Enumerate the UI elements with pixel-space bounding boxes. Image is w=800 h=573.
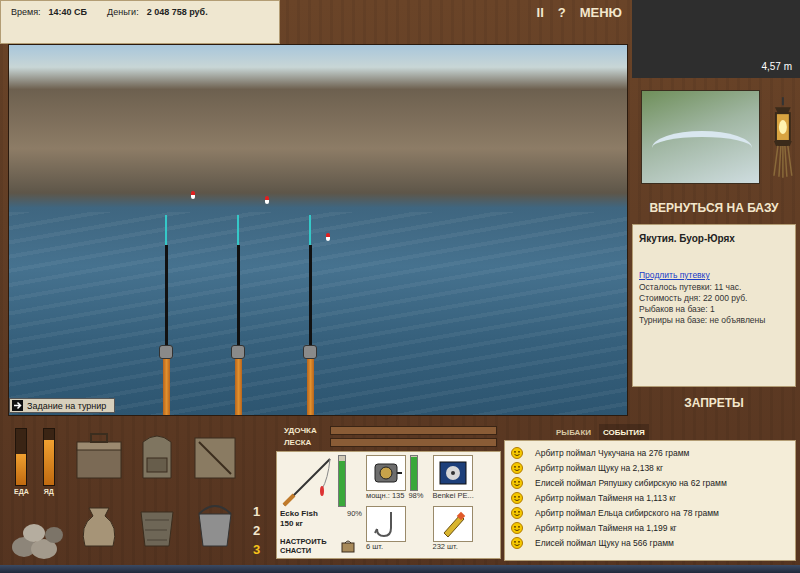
need-meter: ЕДА bbox=[14, 428, 29, 495]
line-name: Benkei PE... bbox=[433, 491, 474, 501]
top-button[interactable]: ? bbox=[556, 5, 568, 20]
arrow-icon bbox=[12, 400, 23, 411]
location-map[interactable] bbox=[641, 90, 760, 184]
need-meter: ЯД bbox=[43, 428, 55, 495]
event-row: Елисей поймал Щуку на 566 грамм bbox=[511, 535, 789, 550]
reel-condition: 98% bbox=[408, 491, 423, 501]
smiley-icon bbox=[511, 462, 523, 474]
rod-condition-meter bbox=[338, 455, 346, 507]
bait-count: 232 шт. bbox=[433, 542, 458, 552]
event-row: Арбитр поймал Чукучана на 276 грамм bbox=[511, 445, 789, 460]
game-window: Время: 14:40 СБ Деньги: 2 048 758 руб. II? МЕ… bbox=[0, 0, 800, 573]
status-panel: Время: 14:40 СБ Деньги: 2 048 758 руб. bbox=[0, 0, 280, 44]
money-value: 2 048 758 руб. bbox=[147, 7, 208, 17]
line-slot[interactable] bbox=[433, 455, 473, 491]
info-line: Турниры на базе: не объявлены bbox=[639, 315, 789, 326]
photo bbox=[9, 212, 627, 416]
tension-gauge: УДОЧКА bbox=[284, 426, 502, 435]
rod-case-icon[interactable] bbox=[189, 428, 241, 486]
time-label: Время: bbox=[11, 7, 41, 17]
event-row: Елисей поймал Ряпушку сибирскую на 62 гр… bbox=[511, 475, 789, 490]
bobber bbox=[265, 196, 269, 204]
tension-gauge: ЛЕСКА bbox=[284, 438, 502, 447]
bait-icon bbox=[436, 509, 470, 539]
top-button[interactable]: МЕНЮ bbox=[578, 5, 624, 20]
smiley-icon bbox=[511, 507, 523, 519]
bobber bbox=[191, 191, 195, 199]
smiley-icon bbox=[511, 537, 523, 549]
bucket-icon[interactable] bbox=[189, 496, 241, 554]
taskbar bbox=[0, 565, 800, 573]
smiley-icon bbox=[511, 492, 523, 504]
stones-icon[interactable] bbox=[10, 517, 66, 561]
location-info: Якутия. Буор-Юрях Продлить путевку Осталос… bbox=[632, 224, 796, 387]
reel-icon bbox=[369, 458, 403, 488]
reel-condition-meter bbox=[410, 455, 418, 491]
fishing-scene[interactable]: Задание на турнир bbox=[8, 44, 628, 416]
info-line: Рыбаков на базе: 1 bbox=[639, 304, 789, 315]
hook-icon bbox=[369, 509, 403, 539]
float-rod-icon[interactable] bbox=[280, 455, 334, 509]
money-label: Деньги: bbox=[107, 7, 139, 17]
event-row: Арбитр поймал Тайменя на 1,199 кг bbox=[511, 520, 789, 535]
time-value: 14:40 СБ bbox=[49, 7, 88, 17]
smiley-icon bbox=[511, 477, 523, 489]
events-tab[interactable]: РЫБАКИ bbox=[552, 424, 595, 440]
smiley-icon bbox=[511, 522, 523, 534]
tackle-box-icon[interactable] bbox=[73, 428, 125, 486]
tackle-bag-icon bbox=[340, 538, 356, 554]
hook-count: 6 шт. bbox=[366, 542, 383, 552]
fishing-rod[interactable] bbox=[154, 215, 178, 415]
events-list: Арбитр поймал Чукучана на 276 граммАрбит… bbox=[504, 440, 796, 561]
top-button[interactable]: II bbox=[535, 5, 546, 20]
line-spool-icon bbox=[436, 458, 470, 488]
lantern-icon bbox=[766, 95, 800, 179]
info-line: Стоимость дня: 22 000 руб. bbox=[639, 293, 789, 304]
sack-icon[interactable] bbox=[73, 496, 125, 554]
hook-slot[interactable] bbox=[366, 506, 406, 542]
extend-permit-link[interactable]: Продлить путевку bbox=[639, 270, 789, 280]
bobber bbox=[326, 233, 330, 241]
event-row: Арбитр поймал Ельца сибирского на 78 гра… bbox=[511, 505, 789, 520]
bans-button[interactable]: ЗАПРЕТЫ bbox=[628, 391, 800, 415]
rod-slot[interactable]: 2 bbox=[247, 523, 266, 538]
fishing-rod[interactable] bbox=[298, 215, 322, 415]
bait-slot[interactable] bbox=[433, 506, 473, 542]
net-bag-icon[interactable] bbox=[131, 496, 183, 554]
setup-tackle-button[interactable]: НАСТРОИТЬ СНАСТИ bbox=[280, 537, 362, 555]
reel-slot[interactable] bbox=[366, 455, 406, 491]
event-row: Арбитр поймал Тайменя на 1,113 кг bbox=[511, 490, 789, 505]
events-tab[interactable]: СОБЫТИЯ bbox=[599, 424, 649, 440]
smiley-icon bbox=[511, 447, 523, 459]
rod-condition: 90% bbox=[347, 509, 362, 519]
return-to-base-button[interactable]: ВЕРНУТЬСЯ НА БАЗУ bbox=[628, 196, 800, 220]
tournament-task-button[interactable]: Задание на турнир bbox=[9, 398, 115, 413]
fishing-rod[interactable] bbox=[226, 215, 250, 415]
rod-slot[interactable]: 1 bbox=[247, 504, 266, 519]
rod-name: Ecko Fish bbox=[280, 509, 318, 519]
depth-display: 4,57 m bbox=[632, 0, 800, 78]
rod-slot[interactable]: 3 bbox=[247, 542, 266, 557]
backpack-icon[interactable] bbox=[131, 428, 183, 486]
rod-strength: 150 кг bbox=[280, 519, 318, 529]
reel-power: мощн.: 135 bbox=[366, 491, 404, 501]
tackle-panel: Ecko Fish150 кг 90% НАСТРОИТЬ СНАСТИ мощн.:… bbox=[276, 451, 501, 559]
location-name: Якутия. Буор-Юрях bbox=[639, 233, 789, 244]
event-row: Арбитр поймал Щуку на 2,138 кг bbox=[511, 460, 789, 475]
info-line: Осталось путевки: 11 час. bbox=[639, 282, 789, 293]
